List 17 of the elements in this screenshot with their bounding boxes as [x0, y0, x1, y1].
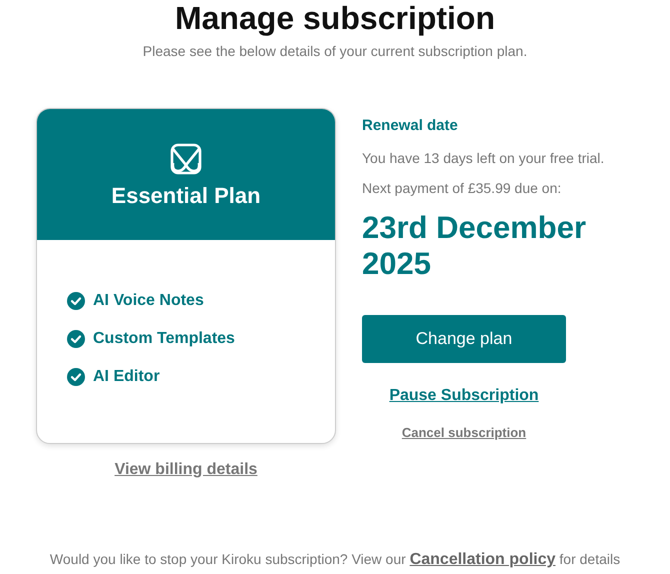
- cancel-subscription-link[interactable]: Cancel subscription: [402, 425, 526, 440]
- plan-name: Essential Plan: [111, 183, 261, 209]
- payment-text: Next payment of £35.99 due on:: [362, 180, 562, 196]
- renewal-heading: Renewal date: [362, 117, 459, 134]
- footer-text: Would you like to stop your Kiroku subscription? View our Cancellation policy for details: [48, 551, 622, 569]
- pause-subscription-link[interactable]: Pause Subscription: [389, 387, 539, 405]
- cancellation-policy-link[interactable]: Cancellation policy: [410, 551, 556, 568]
- page-title: Manage subscription: [174, 0, 496, 36]
- page-subtitle: Please see the below details of your current subscription plan.: [142, 43, 528, 59]
- renewal-date: 23rd December 2025: [362, 210, 588, 282]
- feature-label: Custom Templates: [93, 330, 235, 348]
- billing-details-link[interactable]: View billing details: [114, 461, 258, 479]
- trial-text: You have 13 days left on your free trial.: [362, 150, 606, 166]
- feature-label: AI Editor: [93, 368, 160, 386]
- logo-icon: [170, 143, 202, 175]
- feature-label: AI Voice Notes: [93, 292, 204, 310]
- change-plan-button[interactable]: Change plan: [362, 315, 566, 363]
